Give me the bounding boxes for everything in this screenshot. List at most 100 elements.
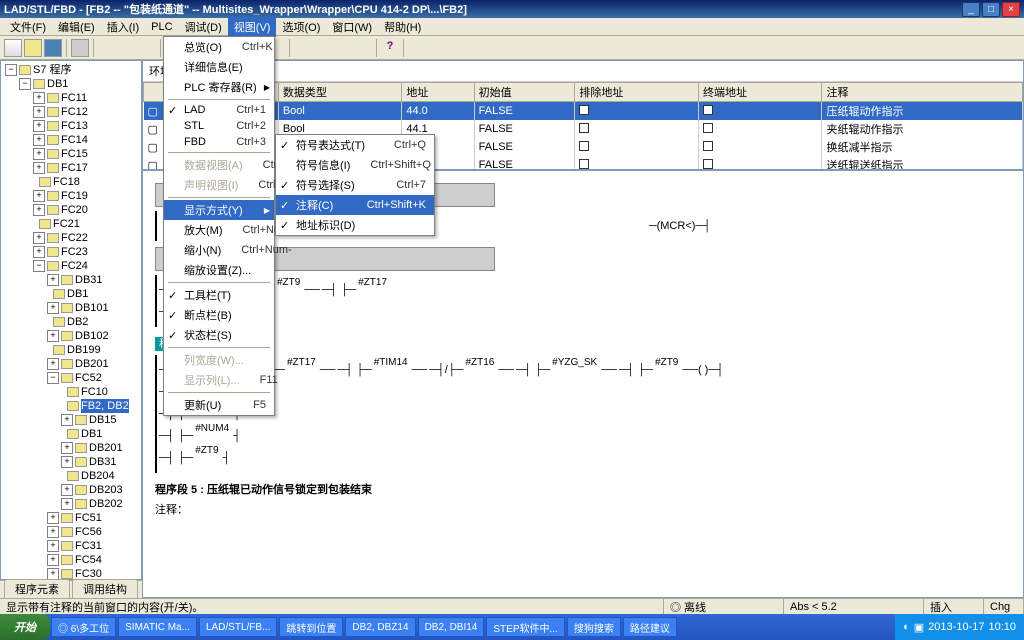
help-icon[interactable]: ? bbox=[381, 39, 399, 57]
tree-root[interactable]: S7 程序 bbox=[5, 63, 139, 77]
goto-start-icon[interactable] bbox=[408, 39, 426, 57]
tree-node[interactable]: FC12 bbox=[33, 105, 139, 119]
tree-node[interactable]: DB31 bbox=[47, 273, 139, 287]
menu-2[interactable]: 插入(I) bbox=[101, 17, 145, 37]
menu-1[interactable]: 编辑(E) bbox=[52, 17, 101, 37]
menu-item[interactable]: STLCtrl+2 bbox=[164, 118, 274, 134]
menu-item[interactable]: 更新(U)F5 bbox=[164, 395, 274, 415]
tray-icon[interactable]: ▣ bbox=[914, 621, 924, 634]
tray-icon[interactable]: ◐ bbox=[903, 621, 910, 633]
col-header[interactable]: 终端地址 bbox=[698, 83, 822, 102]
col-header[interactable]: 注释 bbox=[822, 83, 1023, 102]
col-header[interactable]: 地址 bbox=[402, 83, 474, 102]
tree-node[interactable]: FC17 bbox=[33, 161, 139, 175]
tree-node[interactable]: DB203 bbox=[61, 483, 139, 497]
taskbar-item[interactable]: STEP软件中... bbox=[486, 617, 564, 637]
menu-item[interactable]: 总览(O)Ctrl+K bbox=[164, 37, 274, 57]
network-4-ladder[interactable]: ─┤ ├─#NUM1───┤ ├─#ZT17───┤ ├─#TIM14───┤/… bbox=[155, 355, 1011, 473]
tree-node[interactable]: FC54 bbox=[47, 553, 139, 567]
menu-0[interactable]: 文件(F) bbox=[4, 17, 52, 37]
tab-call-structure[interactable]: 调用结构 bbox=[72, 579, 138, 598]
tree-node[interactable]: FC14 bbox=[33, 133, 139, 147]
menu-item[interactable]: FBDCtrl+3 bbox=[164, 134, 274, 150]
menu-item[interactable]: 工具栏(T) bbox=[164, 285, 274, 305]
tree-node[interactable]: FC15 bbox=[33, 147, 139, 161]
cut-icon[interactable] bbox=[98, 39, 116, 57]
new-icon[interactable] bbox=[4, 39, 22, 57]
col-header[interactable]: 初始值 bbox=[474, 83, 575, 102]
network-icon[interactable] bbox=[294, 39, 312, 57]
tree-node[interactable]: FC56 bbox=[47, 525, 139, 539]
tree-node[interactable]: FC23 bbox=[33, 245, 139, 259]
tree-node[interactable]: DB15 bbox=[61, 413, 139, 427]
contact[interactable]: ─┤ ├─#ZT17 bbox=[322, 284, 389, 296]
tree-node[interactable]: DB201 bbox=[47, 357, 139, 371]
taskbar[interactable]: 开始 ◎ 6\多工位SIMATIC Ma...LAD/STL/FB...跳转到位… bbox=[0, 614, 1024, 640]
maximize-button[interactable]: □ bbox=[982, 2, 1000, 17]
taskbar-item[interactable]: 路径建议 bbox=[623, 617, 677, 637]
menu-item[interactable]: 缩放设置(Z)... bbox=[164, 260, 274, 280]
taskbar-item[interactable]: 搜狗搜索 bbox=[567, 617, 621, 637]
menu-item[interactable]: PLC 寄存器(R) bbox=[164, 77, 274, 97]
col-header[interactable]: 排除地址 bbox=[575, 83, 699, 102]
menubar[interactable]: 文件(F)编辑(E)插入(I)PLC调试(D)视图(V)选项(O)窗口(W)帮助… bbox=[0, 18, 1024, 36]
tree-node[interactable]: FC31 bbox=[47, 539, 139, 553]
tree-node[interactable]: FC20 bbox=[33, 203, 139, 217]
tree-node[interactable]: DB1 bbox=[19, 77, 139, 91]
tree-node[interactable]: FB2, DB2 bbox=[61, 399, 139, 413]
tree-node[interactable]: FC13 bbox=[33, 119, 139, 133]
tree-node[interactable]: FC51 bbox=[47, 511, 139, 525]
taskbar-item[interactable]: DB2, DBZ14 bbox=[345, 617, 415, 637]
tree-tabs[interactable]: 程序元素 调用结构 bbox=[0, 580, 142, 598]
menu-4[interactable]: 调试(D) bbox=[179, 17, 228, 37]
tree-node[interactable]: DB31 bbox=[61, 455, 139, 469]
contact[interactable]: ─┤ ├─#ZT9 bbox=[619, 364, 681, 376]
tree-node[interactable]: DB101 bbox=[47, 301, 139, 315]
menu-8[interactable]: 帮助(H) bbox=[378, 17, 427, 37]
tree-node[interactable]: DB1 bbox=[47, 287, 139, 301]
menu-item[interactable]: 状态栏(S) bbox=[164, 325, 274, 345]
contact[interactable]: ─┤ ├─#ZT9 bbox=[159, 452, 221, 464]
menu-item[interactable]: 地址标识(D) bbox=[276, 215, 434, 235]
coil-icon[interactable] bbox=[334, 39, 352, 57]
tree-node[interactable]: FC11 bbox=[33, 91, 139, 105]
project-tree[interactable]: S7 程序DB1FC11FC12FC13FC14FC15FC17FC18FC19… bbox=[0, 60, 142, 580]
close-button[interactable]: × bbox=[1002, 2, 1020, 17]
box-icon[interactable] bbox=[354, 39, 372, 57]
menu-7[interactable]: 窗口(W) bbox=[326, 17, 378, 37]
tree-node[interactable]: DB2 bbox=[47, 315, 139, 329]
menu-item[interactable]: 显示方式(Y) bbox=[164, 200, 274, 220]
taskbar-item[interactable]: 跳转到位置 bbox=[279, 617, 343, 637]
taskbar-item[interactable]: ◎ 6\多工位 bbox=[51, 617, 116, 637]
tree-node[interactable]: DB1 bbox=[61, 427, 139, 441]
display-mode-submenu[interactable]: 符号表达式(T)Ctrl+Q符号信息(I)Ctrl+Shift+Q符号选择(S)… bbox=[275, 134, 435, 236]
menu-item[interactable]: 符号信息(I)Ctrl+Shift+Q bbox=[276, 155, 434, 175]
menu-item[interactable]: 注释(C)Ctrl+Shift+K bbox=[276, 195, 434, 215]
tree-node[interactable]: DB202 bbox=[61, 497, 139, 511]
minimize-button[interactable]: _ bbox=[962, 2, 980, 17]
menu-item[interactable]: 放大(M)Ctrl+Num+ bbox=[164, 220, 274, 240]
menu-item[interactable]: 断点栏(B) bbox=[164, 305, 274, 325]
menu-item[interactable]: 详细信息(E) bbox=[164, 57, 274, 77]
goto-end-icon[interactable] bbox=[428, 39, 446, 57]
tree-node[interactable]: FC24 bbox=[33, 259, 139, 273]
table-row[interactable]: ▢YZGBool44.0FALSE压纸辊动作指示 bbox=[144, 102, 1023, 121]
tree-node[interactable]: FC10 bbox=[61, 385, 139, 399]
tree-node[interactable]: DB201 bbox=[61, 441, 139, 455]
open-icon[interactable] bbox=[24, 39, 42, 57]
view-menu-dropdown[interactable]: 总览(O)Ctrl+K详细信息(E)PLC 寄存器(R) LADCtrl+1STL… bbox=[163, 36, 275, 416]
tree-node[interactable]: FC21 bbox=[33, 217, 139, 231]
system-tray[interactable]: ◐ ▣ 2013-10-17 10:10 bbox=[895, 614, 1024, 640]
menu-6[interactable]: 选项(O) bbox=[276, 17, 326, 37]
tree-node[interactable]: DB102 bbox=[47, 329, 139, 343]
tree-node[interactable]: FC22 bbox=[33, 231, 139, 245]
menu-item[interactable]: LADCtrl+1 bbox=[164, 102, 274, 118]
taskbar-item[interactable]: SIMATIC Ma... bbox=[118, 617, 197, 637]
paste-icon[interactable] bbox=[138, 39, 156, 57]
tree-node[interactable]: DB204 bbox=[61, 469, 139, 483]
tree-node[interactable]: FC18 bbox=[33, 175, 139, 189]
save-icon[interactable] bbox=[44, 39, 62, 57]
start-button[interactable]: 开始 bbox=[0, 614, 50, 640]
taskbar-item[interactable]: LAD/STL/FB... bbox=[199, 617, 277, 637]
tree-node[interactable]: FC19 bbox=[33, 189, 139, 203]
